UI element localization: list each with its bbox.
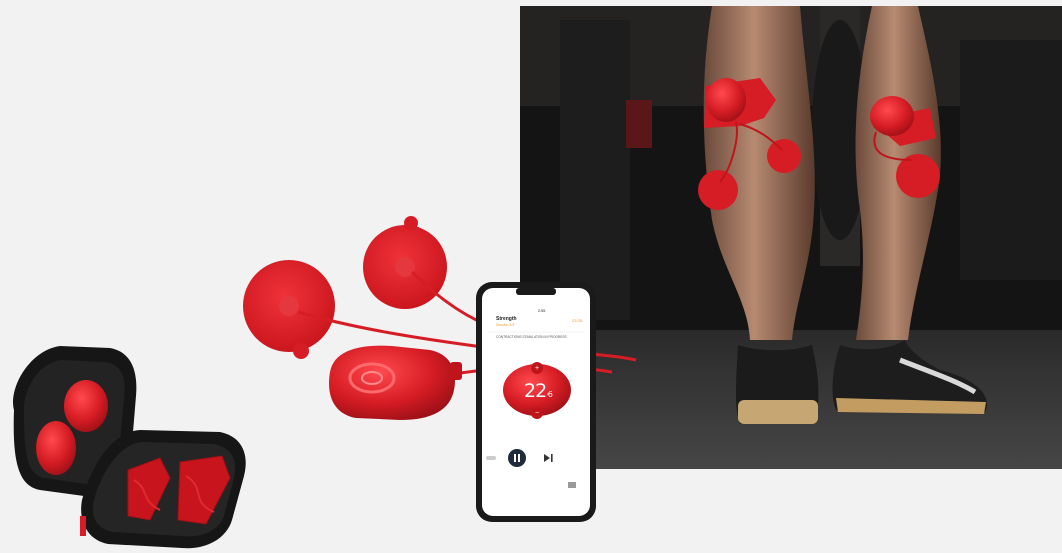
stimulation-pod — [329, 345, 462, 420]
electrode-pad-top — [363, 216, 447, 309]
program-subtitle: Session 1/3 — [496, 323, 515, 327]
pod-in-case-bottom — [36, 421, 76, 475]
carry-case — [13, 346, 246, 549]
svg-text:−: − — [535, 410, 539, 417]
pod-in-case-top — [64, 380, 108, 432]
status-message: CONTRACTIONS STIMULATION IN PROGRESS — [496, 335, 567, 339]
settings-icon[interactable] — [568, 482, 576, 488]
status-bar-time: 2:55 — [538, 309, 546, 313]
program-title: Strength — [496, 316, 517, 322]
intensity-value: 22·6 — [524, 380, 553, 402]
pause-icon — [514, 454, 516, 462]
zipper-pull — [80, 516, 86, 536]
electrode-pad-left — [243, 260, 335, 359]
gym-photo — [520, 6, 1062, 469]
session-timer: 23:35 — [572, 318, 583, 323]
product-scene: + − — [13, 6, 1062, 549]
svg-text:+: + — [535, 365, 539, 372]
pause-button[interactable] — [508, 449, 526, 467]
